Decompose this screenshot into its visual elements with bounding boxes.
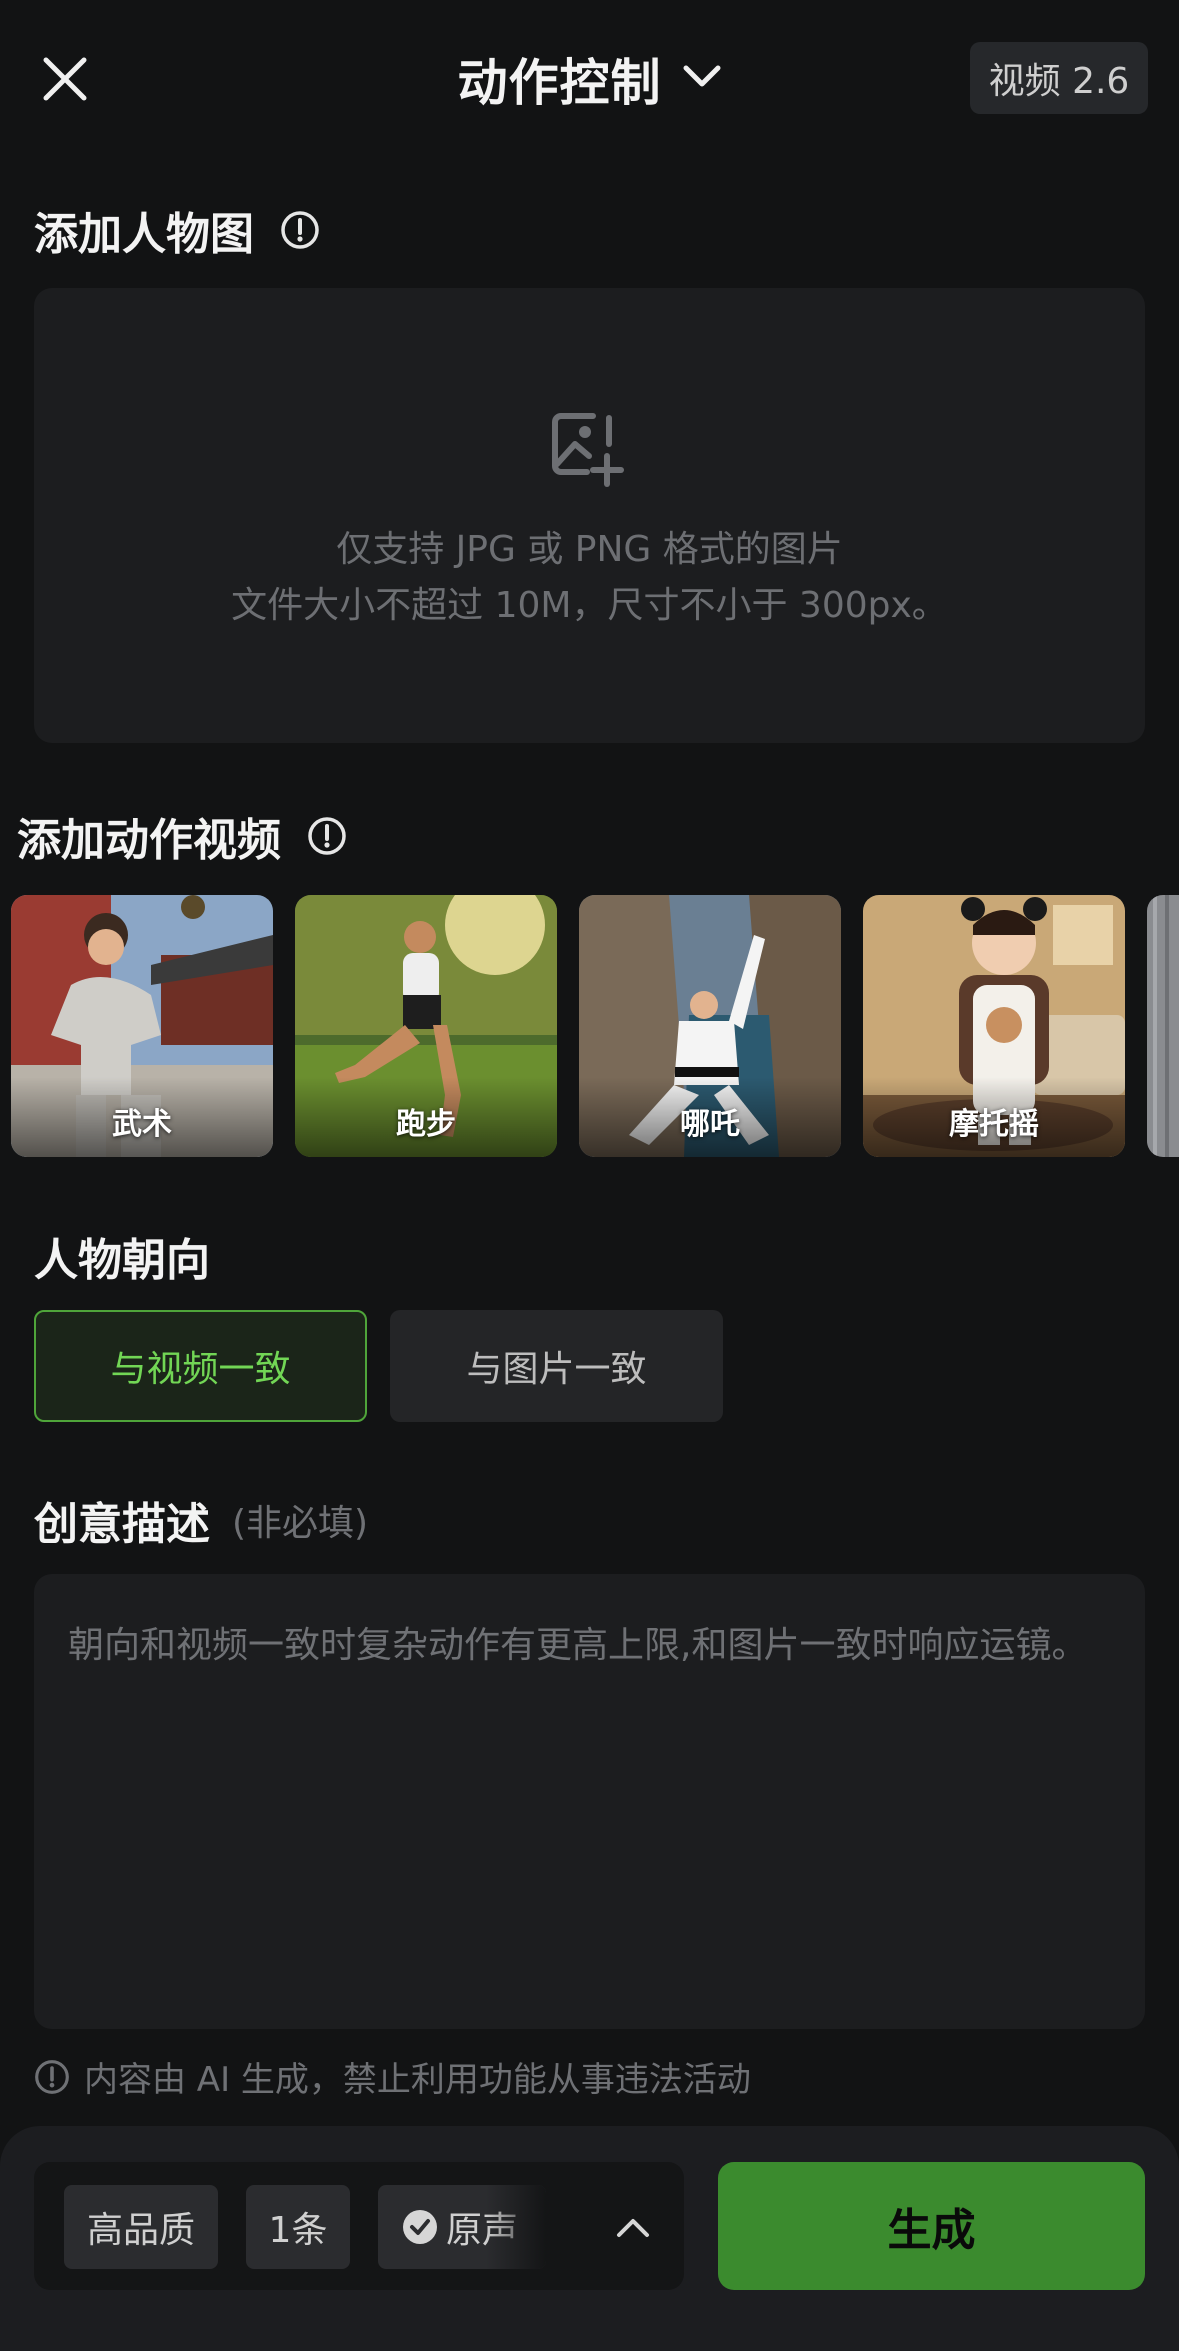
upload-hint-format: 仅支持 JPG 或 PNG 格式的图片 bbox=[336, 529, 843, 570]
motion-video-label: 武术 bbox=[112, 1107, 172, 1142]
add-image-icon bbox=[549, 410, 629, 492]
fade-overlay bbox=[486, 2185, 546, 2269]
orientation-match-image-button[interactable]: 与图片一致 bbox=[390, 1310, 723, 1422]
quality-selector[interactable]: 高品质 bbox=[64, 2185, 218, 2269]
description-placeholder: 朝向和视频一致时复杂动作有更高上限,和图片一致时响应运镜。 bbox=[68, 1625, 1088, 1666]
warning-icon bbox=[34, 2059, 70, 2095]
motion-video-item-moto-sway[interactable]: 摩托摇 bbox=[863, 895, 1125, 1157]
count-selector[interactable]: 1条 bbox=[246, 2185, 350, 2269]
page-title[interactable]: 动作控制 bbox=[458, 43, 662, 115]
ai-disclaimer: 内容由 AI 生成，禁止利用功能从事违法活动 bbox=[34, 2052, 751, 2101]
info-icon[interactable] bbox=[280, 210, 320, 250]
motion-video-item-martial-arts[interactable]: 武术 bbox=[11, 895, 273, 1157]
original-sound-toggle[interactable]: 原声 bbox=[378, 2185, 546, 2269]
close-icon bbox=[43, 57, 87, 101]
check-circle-icon bbox=[402, 2209, 438, 2245]
partial-thumbnail bbox=[1147, 895, 1179, 1157]
motion-video-item-partial[interactable] bbox=[1147, 895, 1179, 1157]
description-section: 创意描述 (非必填) bbox=[34, 1488, 368, 1552]
orientation-match-video-button[interactable]: 与视频一致 bbox=[34, 1310, 367, 1422]
character-image-title: 添加人物图 bbox=[34, 209, 254, 260]
motion-video-label: 摩托摇 bbox=[949, 1107, 1039, 1142]
expand-options-button[interactable] bbox=[598, 2192, 668, 2262]
motion-video-section: 添加动作视频 bbox=[17, 804, 347, 868]
description-textarea[interactable]: 朝向和视频一致时复杂动作有更高上限,和图片一致时响应运镜。 bbox=[34, 1574, 1145, 2029]
disclaimer-text: 内容由 AI 生成，禁止利用功能从事违法活动 bbox=[84, 2060, 751, 2100]
motion-video-label: 跑步 bbox=[396, 1107, 456, 1142]
close-button[interactable] bbox=[30, 44, 100, 114]
description-optional-note: (非必填) bbox=[232, 1503, 369, 1544]
upload-hint-size: 文件大小不超过 10M，尺寸不小于 300px。 bbox=[231, 585, 948, 626]
info-icon[interactable] bbox=[307, 816, 347, 856]
chevron-up-icon bbox=[617, 2219, 649, 2237]
motion-video-label: 哪吒 bbox=[680, 1107, 740, 1142]
chevron-down-icon[interactable] bbox=[682, 64, 722, 94]
generate-button[interactable]: 生成 bbox=[718, 2162, 1145, 2290]
motion-video-item-nezha[interactable]: 哪吒 bbox=[579, 895, 841, 1157]
motion-video-item-running[interactable]: 跑步 bbox=[295, 895, 557, 1157]
character-image-section: 添加人物图 bbox=[34, 198, 320, 262]
description-title: 创意描述 bbox=[34, 1499, 210, 1550]
motion-video-title: 添加动作视频 bbox=[17, 815, 281, 866]
model-version-button[interactable]: 视频 2.6 bbox=[970, 42, 1148, 114]
orientation-title: 人物朝向 bbox=[34, 1235, 210, 1286]
image-upload-area[interactable] bbox=[34, 288, 1145, 743]
